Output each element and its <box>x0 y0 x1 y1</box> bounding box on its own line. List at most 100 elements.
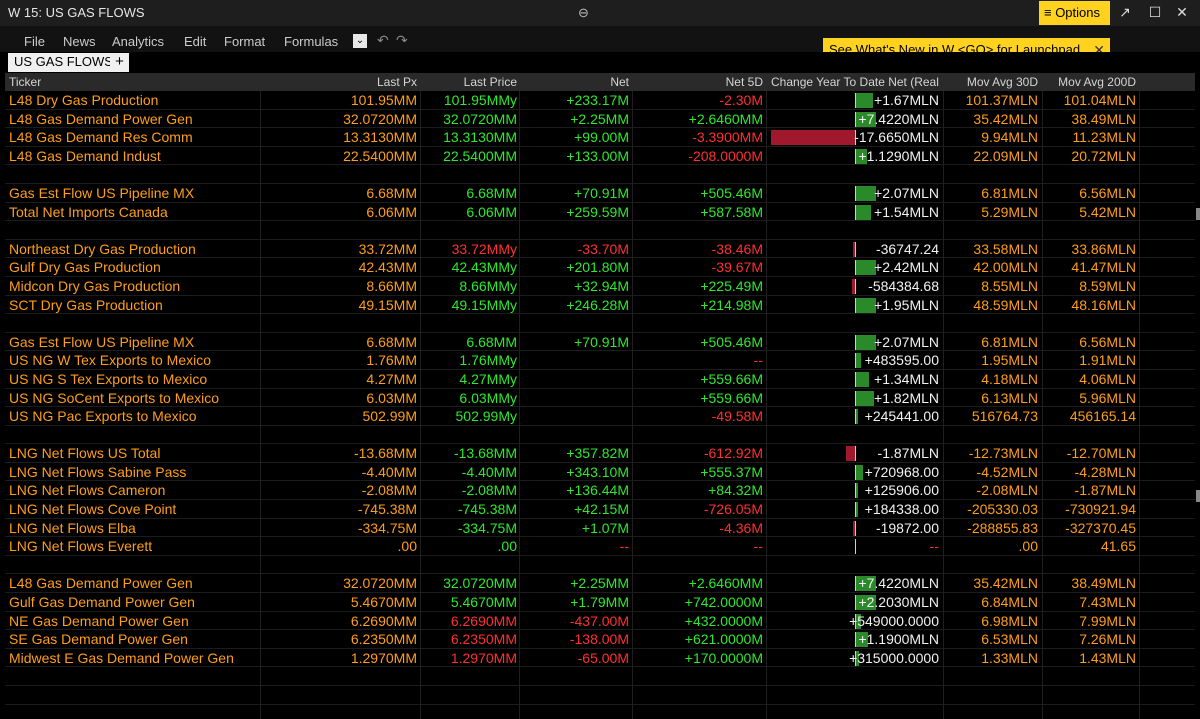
ytd-change-cell: +2.42MLN <box>874 259 939 276</box>
table-row[interactable]: LNG Net Flows Sabine Pass -4.40MM -4.40MM +… <box>5 463 1195 482</box>
last-price-cell: 6.06MM <box>466 203 517 220</box>
mov-avg-30d-cell: 33.58MLN <box>973 240 1038 257</box>
net-cell: -- <box>619 538 629 555</box>
menu-format[interactable]: Format <box>224 34 265 49</box>
tab-row: US GAS FLOWS + <box>0 52 1200 73</box>
scrollbar-thumb[interactable] <box>1196 490 1200 502</box>
col-last-price[interactable]: Last Price <box>425 75 517 89</box>
menu-news[interactable]: News <box>63 34 96 49</box>
options-button[interactable]: ≡ Options <box>1039 1 1110 25</box>
table-row[interactable]: US NG S Tex Exports to Mexico 4.27MM 4.27M… <box>5 370 1195 389</box>
col-mov-avg-200d[interactable]: Mov Avg 200D <box>1045 75 1136 89</box>
last-px-cell: 6.03MM <box>366 389 417 406</box>
maximize-icon[interactable]: ☐ <box>1145 4 1165 21</box>
last-price-cell: 6.2350MM <box>450 631 517 648</box>
col-net[interactable]: Net <box>525 75 629 89</box>
net-5d-cell: +621.0000M <box>684 631 763 648</box>
net-cell: +343.10M <box>566 463 629 480</box>
menu-analytics[interactable]: Analytics <box>112 34 164 49</box>
net-cell: +32.94M <box>574 277 629 294</box>
net-5d-cell: +505.46M <box>700 333 763 350</box>
table-row[interactable]: SE Gas Demand Power Gen 6.2350MM 6.2350MM -… <box>5 630 1195 649</box>
menu-formulas[interactable]: Formulas <box>284 34 338 49</box>
blank-row <box>5 556 1195 575</box>
table-row[interactable]: L48 Gas Demand Res Comm 13.3130MM 13.3130M… <box>5 128 1195 147</box>
last-price-cell: 5.4670MM <box>450 594 517 611</box>
table-row[interactable]: LNG Net Flows Cove Point -745.38M -745.38M… <box>5 500 1195 519</box>
net-5d-cell: +2.6460MM <box>688 575 763 592</box>
table-row[interactable]: LNG Net Flows US Total -13.68MM -13.68MM +3… <box>5 444 1195 463</box>
ytd-change-cell: +315000.0000 <box>849 649 939 666</box>
menu-edit[interactable]: Edit <box>184 34 206 49</box>
mov-avg-30d-cell: 35.42MLN <box>973 575 1038 592</box>
net-5d-cell: -612.92M <box>703 445 763 462</box>
ytd-change-cell: +1.34MLN <box>874 370 939 387</box>
ytd-change-cell: -1.87MLN <box>877 445 939 462</box>
mov-avg-200d-cell: 5.96MLN <box>1079 389 1136 406</box>
table-row[interactable]: Midcon Dry Gas Production 8.66MM 8.66MMy +3… <box>5 277 1195 296</box>
last-px-cell: 32.0720MM <box>343 575 417 592</box>
net-cell: -138.00M <box>569 631 629 648</box>
table-row[interactable]: L48 Gas Demand Power Gen 32.0720MM 32.0720… <box>5 574 1195 594</box>
mov-avg-200d-cell: 38.49MLN <box>1071 110 1136 127</box>
table-row[interactable]: US NG SoCent Exports to Mexico 6.03MM 6.03… <box>5 389 1195 408</box>
table-row[interactable]: L48 Dry Gas Production 101.95MM 101.95MMy +… <box>5 91 1195 110</box>
table-row[interactable]: SCT Dry Gas Production 49.15MM 49.15MMy +24… <box>5 296 1195 315</box>
table-row[interactable]: L48 Gas Demand Indust 22.5400MM 22.5400MM +… <box>5 147 1195 166</box>
col-mov-avg-30d[interactable]: Mov Avg 30D <box>945 75 1038 89</box>
last-px-cell: -334.75M <box>357 519 417 536</box>
menu-more-chevron-icon[interactable]: ⌄ <box>353 34 367 48</box>
ytd-change-cell: -- <box>929 538 939 555</box>
col-ticker[interactable]: Ticker <box>9 75 41 89</box>
table-row[interactable]: LNG Net Flows Cameron -2.08MM -2.08MM +136.… <box>5 481 1195 501</box>
mov-avg-30d-cell: 516764.73 <box>971 408 1038 425</box>
table-row[interactable]: US NG W Tex Exports to Mexico 1.76MM 1.76M… <box>5 351 1195 370</box>
table-row[interactable]: Gas Est Flow US Pipeline MX 6.68MM 6.68MM +… <box>5 184 1195 203</box>
grid-body: L48 Dry Gas Production 101.95MM 101.95MMy +… <box>5 91 1195 705</box>
table-row[interactable]: LNG Net Flows Elba -334.75M -334.75M +1.07M… <box>5 519 1195 538</box>
last-px-cell: 33.72MM <box>358 240 417 257</box>
ticker-cell: Gulf Gas Demand Power Gen <box>9 594 195 611</box>
net-5d-cell: -3.3900MM <box>692 129 763 146</box>
last-px-cell: 22.5400MM <box>343 147 417 164</box>
close-icon[interactable]: ✕ <box>1172 4 1192 21</box>
tab-us-gas-flows[interactable]: US GAS FLOWS <box>8 53 119 72</box>
net-5d-cell: +170.0000M <box>684 649 763 666</box>
table-row[interactable]: US NG Pac Exports to Mexico 502.99M 502.99… <box>5 407 1195 426</box>
table-row[interactable]: Total Net Imports Canada 6.06MM 6.06MM +259… <box>5 203 1195 222</box>
menu-file[interactable]: File <box>24 34 45 49</box>
mov-avg-30d-cell: 22.09MLN <box>973 147 1038 164</box>
net-5d-cell: +559.66M <box>700 370 763 387</box>
col-net-5d[interactable]: Net 5D <box>635 75 763 89</box>
undo-icon[interactable]: ↶ <box>377 32 389 49</box>
net-cell: +70.91M <box>574 333 629 350</box>
net-5d-cell: +225.49M <box>700 277 763 294</box>
table-row[interactable]: Gas Est Flow US Pipeline MX 6.68MM 6.68MM +… <box>5 333 1195 352</box>
mov-avg-200d-cell: 456165.14 <box>1069 408 1136 425</box>
table-row[interactable]: Gulf Gas Demand Power Gen 5.4670MM 5.4670M… <box>5 593 1195 612</box>
table-row[interactable]: NE Gas Demand Power Gen 6.2690MM 6.2690MM -… <box>5 612 1195 631</box>
ticker-cell: L48 Gas Demand Power Gen <box>9 575 193 592</box>
table-row[interactable]: L48 Gas Demand Power Gen 32.0720MM 32.0720… <box>5 110 1195 129</box>
table-row[interactable]: Midwest E Gas Demand Power Gen 1.2970MM 1.… <box>5 649 1195 668</box>
table-row[interactable]: Gulf Dry Gas Production 42.43MM 42.43MMy +2… <box>5 258 1195 277</box>
mov-avg-200d-cell: 6.56MLN <box>1079 184 1136 201</box>
add-tab-button[interactable]: + <box>110 53 129 72</box>
link-icon[interactable]: ⊖ <box>578 5 589 21</box>
ticker-cell: LNG Net Flows Elba <box>9 519 136 536</box>
last-px-cell: 5.4670MM <box>350 594 417 611</box>
mov-avg-30d-cell: 4.18MLN <box>981 370 1038 387</box>
popout-icon[interactable]: ↗ <box>1115 4 1135 21</box>
col-last-px[interactable]: Last Px <box>305 75 417 89</box>
grid-header: Ticker Last Px Last Price Net Net 5D Cha… <box>5 73 1195 91</box>
table-row[interactable]: Northeast Dry Gas Production 33.72MM 33.72… <box>5 240 1195 259</box>
last-price-cell: .00 <box>497 538 517 555</box>
redo-icon[interactable]: ↷ <box>396 32 408 49</box>
blank-row <box>5 221 1195 240</box>
scrollbar-thumb[interactable] <box>1196 208 1200 220</box>
net-5d-cell: -39.67M <box>711 259 763 276</box>
last-px-cell: -2.08MM <box>361 482 417 499</box>
table-row[interactable]: LNG Net Flows Everett .00 .00 -- -- -- .00 41.6… <box>5 537 1195 556</box>
col-ytd-change[interactable]: Change Year To Date Net (Real <box>771 75 943 89</box>
mov-avg-200d-cell: 38.49MLN <box>1071 575 1136 592</box>
